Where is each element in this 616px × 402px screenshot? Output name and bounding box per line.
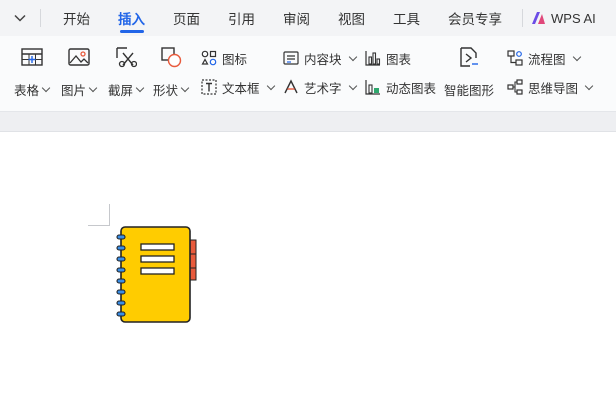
tab-view[interactable]: 视图 (324, 0, 379, 36)
tab-home[interactable]: 开始 (49, 0, 104, 36)
table-button[interactable]: 表格 (14, 44, 51, 99)
textbox-label: 文本框 (222, 81, 260, 96)
textbox-icon (200, 78, 218, 96)
dropdown-caret-icon (41, 83, 51, 93)
tab-label: 会员专享 (448, 12, 502, 27)
ruler-band (0, 112, 616, 132)
shape-label: 形状 (153, 84, 179, 98)
dropdown-caret-icon (584, 81, 594, 90)
dynamic-chart-button[interactable]: 动态图表 (364, 76, 436, 98)
content-block-button[interactable]: 内容块 (282, 47, 357, 69)
picture-icon (66, 44, 92, 70)
dropdown-caret-icon (180, 83, 190, 93)
scissors-icon (113, 44, 139, 70)
dynamic-chart-label: 动态图表 (386, 81, 437, 96)
mindmap-icon (506, 78, 524, 96)
table-icon (19, 44, 45, 70)
shape-button[interactable]: 形状 (153, 44, 190, 99)
content-block-label: 内容块 (304, 52, 342, 67)
wps-ai-logo-icon (532, 12, 545, 24)
icon-library-icon (200, 49, 218, 67)
tab-label: 引用 (228, 12, 255, 27)
shapes-icon (158, 44, 184, 70)
dropdown-caret-icon (572, 52, 581, 61)
tab-tools[interactable]: 工具 (379, 0, 434, 36)
flowchart-button[interactable]: 流程图 (506, 47, 581, 69)
screenshot-button[interactable]: 截屏 (108, 44, 145, 99)
dynamic-chart-icon (364, 78, 382, 96)
screenshot-label: 截屏 (108, 84, 134, 98)
document-page (0, 133, 616, 402)
tab-references[interactable]: 引用 (214, 0, 269, 36)
smart-graphic-button[interactable]: 智能图形 (444, 44, 494, 99)
icon-library-button[interactable]: 图标 (200, 47, 247, 69)
dropdown-caret-icon (266, 81, 275, 90)
dropdown-caret-icon (88, 83, 98, 93)
tab-label: 插入 (118, 12, 145, 27)
table-label: 表格 (14, 84, 40, 98)
smart-graphic-icon (456, 44, 482, 70)
tab-label: 审阅 (283, 12, 310, 27)
wps-ai-button[interactable]: WPS AI (531, 11, 596, 26)
dropdown-caret-icon (348, 81, 357, 90)
flowchart-label: 流程图 (528, 52, 566, 67)
collapse-ribbon-button[interactable] (0, 0, 40, 36)
insert-ribbon: 表格 图片 截屏 形状 图标 文本框 内容块 艺术字 图表 动态图表 智能图形 … (0, 36, 616, 112)
wps-ai-label: WPS AI (551, 10, 596, 26)
textbox-button[interactable]: 文本框 (200, 76, 275, 98)
tab-member[interactable]: 会员专享 (434, 0, 516, 36)
menu-divider (522, 9, 523, 27)
tab-label: 视图 (338, 12, 365, 27)
tab-label: 页面 (173, 12, 200, 27)
mindmap-label: 思维导图 (528, 81, 579, 96)
smart-graphic-label: 智能图形 (444, 84, 495, 98)
chart-button[interactable]: 图表 (364, 47, 411, 69)
menu-bar: 开始 插入 页面 引用 审阅 视图 工具 会员专享 WPS AI (0, 0, 616, 36)
picture-button[interactable]: 图片 (61, 44, 98, 99)
tab-insert[interactable]: 插入 (104, 0, 159, 36)
page-margin-marker (88, 204, 110, 226)
menu-divider (40, 9, 41, 27)
mindmap-button[interactable]: 思维导图 (506, 76, 594, 98)
wordart-label: 艺术字 (304, 81, 342, 96)
flowchart-icon (506, 49, 524, 67)
wordart-icon (282, 78, 300, 96)
dropdown-caret-icon (348, 52, 357, 61)
chart-label: 图表 (386, 52, 412, 67)
tab-page[interactable]: 页面 (159, 0, 214, 36)
content-block-icon (282, 49, 300, 67)
tab-label: 工具 (393, 12, 420, 27)
notebook-icon[interactable] (114, 224, 200, 329)
bar-chart-icon (364, 49, 382, 67)
wordart-button[interactable]: 艺术字 (282, 76, 357, 98)
chevron-down-icon (14, 14, 26, 22)
picture-label: 图片 (61, 84, 87, 98)
dropdown-caret-icon (135, 83, 145, 93)
tab-review[interactable]: 审阅 (269, 0, 324, 36)
tab-label: 开始 (63, 12, 90, 27)
icon-library-label: 图标 (222, 52, 248, 67)
